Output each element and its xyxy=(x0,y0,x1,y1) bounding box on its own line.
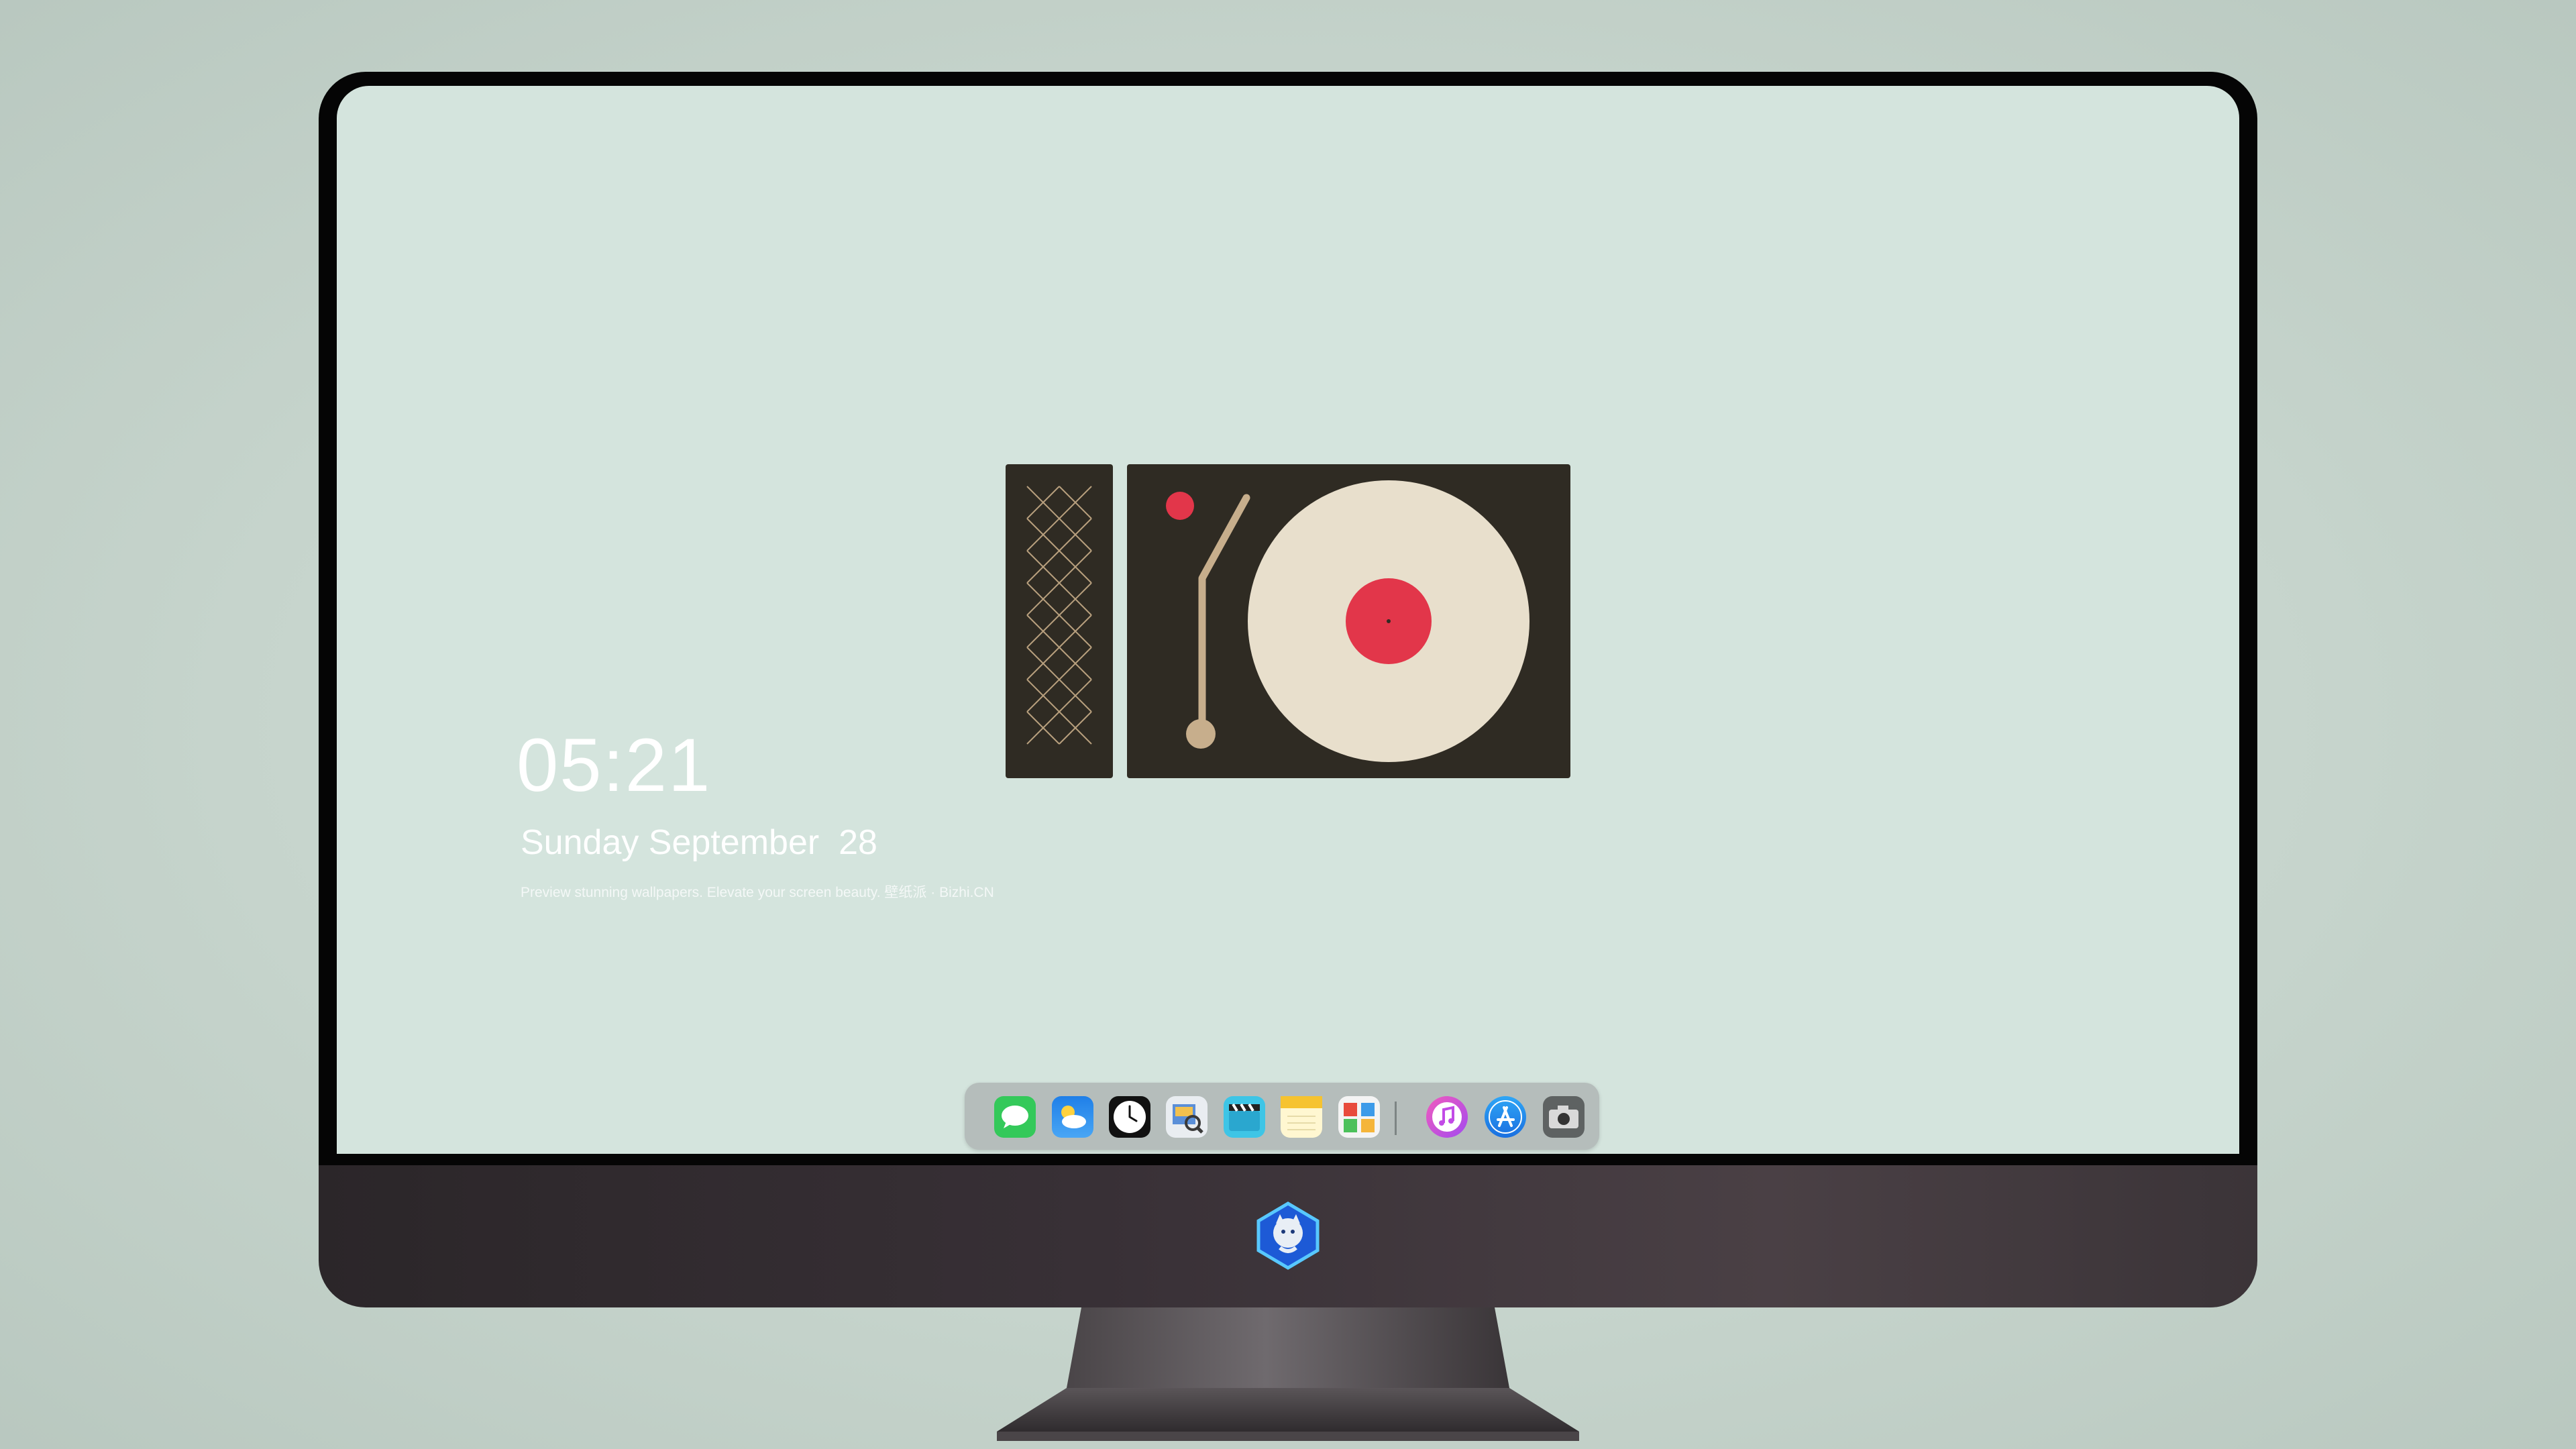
speaker-panel xyxy=(1006,464,1113,778)
clips-icon xyxy=(1229,1103,1260,1131)
tonearm-base xyxy=(1186,719,1216,749)
clips-app[interactable] xyxy=(1224,1096,1265,1138)
clock-icon xyxy=(1114,1101,1146,1133)
messages-app[interactable] xyxy=(994,1096,1036,1138)
turntable-graphic xyxy=(1166,480,1529,762)
itunes-icon xyxy=(1432,1102,1462,1132)
camera-app[interactable] xyxy=(1543,1096,1585,1138)
lockscreen-time: 05:21 xyxy=(517,723,712,807)
notes-app[interactable] xyxy=(1281,1096,1322,1138)
messages-icon xyxy=(1002,1106,1028,1128)
monitor-stand xyxy=(997,1307,1579,1441)
clock-app[interactable] xyxy=(1109,1096,1150,1138)
camera-icon xyxy=(1549,1106,1578,1128)
app-store-app[interactable] xyxy=(1485,1096,1526,1138)
weather-icon xyxy=(1061,1106,1086,1128)
speaker-grille-pattern xyxy=(1026,486,1092,745)
weather-app[interactable] xyxy=(1052,1096,1093,1138)
app-store-icon xyxy=(1489,1100,1522,1134)
photo-booth-app[interactable] xyxy=(1338,1096,1380,1138)
notes-icon xyxy=(1281,1096,1322,1130)
dock xyxy=(965,1083,1599,1150)
lockscreen-date: Sunday September 28 xyxy=(521,823,877,862)
itunes-app[interactable] xyxy=(1426,1096,1468,1138)
power-light xyxy=(1166,492,1194,520)
turntable xyxy=(1127,464,1570,778)
dock-separator xyxy=(1395,1102,1397,1135)
preview-icon xyxy=(1173,1104,1203,1134)
tonearm xyxy=(1198,494,1250,738)
wallpaper-caption: Preview stunning wallpapers. Elevate you… xyxy=(521,885,994,900)
brand-logo-icon xyxy=(1256,1201,1320,1270)
record-spindle xyxy=(1387,619,1391,623)
photo-booth-icon xyxy=(1344,1103,1375,1132)
preview-app[interactable] xyxy=(1166,1096,1208,1138)
